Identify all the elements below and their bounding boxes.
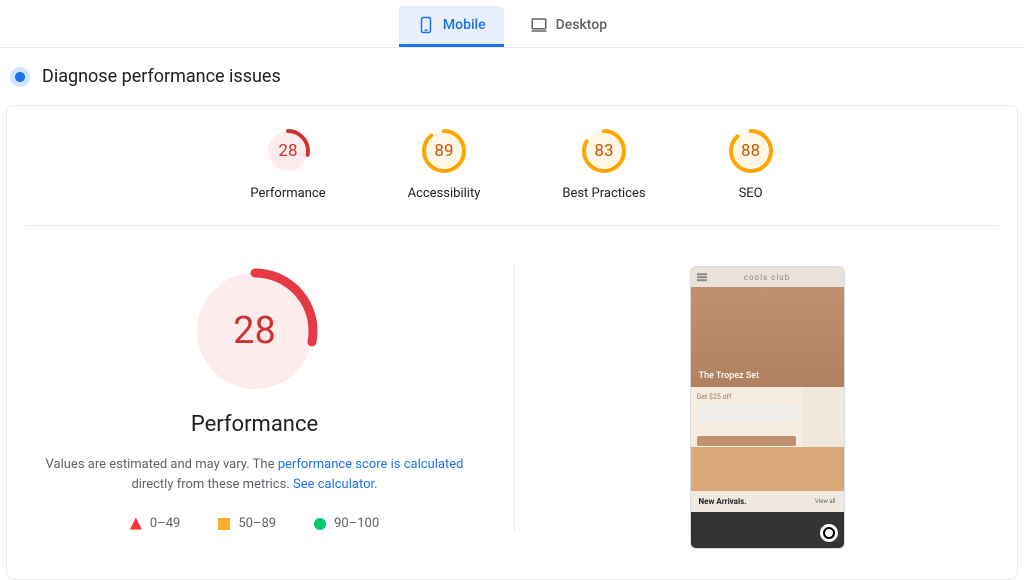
square-icon [218,518,230,530]
section-title: Diagnose performance issues [42,66,281,87]
report-card: 28 Performance 89 Accessibility 83 Best … [6,105,1018,580]
gauge-accessibility-label: Accessibility [408,186,481,201]
score-calc-link[interactable]: performance score is calculated [278,457,464,472]
big-label: Performance [25,412,484,437]
detail-area: 28 Performance Values are estimated and … [25,266,999,549]
mobile-icon [417,16,435,34]
tab-mobile[interactable]: Mobile [399,6,504,47]
legend: 0–49 50–89 90–100 [25,516,484,531]
see-calculator-link[interactable]: See calculator. [293,477,378,492]
gauge-best-practices-score: 83 [594,141,613,161]
gauge-best-practices[interactable]: 83 Best Practices [562,128,645,201]
section-header: Diagnose performance issues [0,48,1024,105]
legend-bad: 0–49 [130,516,180,531]
gauges-row: 28 Performance 89 Accessibility 83 Best … [25,128,999,226]
tab-desktop-label: Desktop [556,17,607,33]
performance-detail: 28 Performance Values are estimated and … [25,266,515,531]
desktop-icon [530,16,548,34]
preview-bottom [691,512,844,548]
preview-banner: Get $25 off [691,387,844,447]
gauge-seo-label: SEO [728,186,774,201]
gauge-performance[interactable]: 28 Performance [250,128,325,201]
gauge-accessibility[interactable]: 89 Accessibility [408,128,481,201]
preview-fab-icon [820,524,838,542]
gauge-performance-label: Performance [250,186,325,201]
triangle-icon [130,518,142,530]
gauge-seo[interactable]: 88 SEO [728,128,774,201]
tab-mobile-label: Mobile [443,17,486,33]
preview-header: cools club [691,267,844,287]
preview-section: New Arrivals.View all [691,491,844,512]
page-screenshot-preview: cools club The Tropez Set Get $25 off Ne… [690,266,845,549]
preview-mid [691,447,844,491]
gauge-seo-score: 88 [741,141,760,161]
device-tabs: Mobile Desktop [0,0,1024,48]
gauge-performance-score: 28 [278,141,297,161]
preview-hero: The Tropez Set [691,287,844,387]
legend-good: 90–100 [314,516,379,531]
description: Values are estimated and may vary. The p… [25,455,484,494]
legend-mid: 50–89 [218,516,276,531]
gauge-accessibility-score: 89 [434,141,453,161]
diagnose-icon [10,67,30,87]
circle-icon [314,518,326,530]
gauge-best-practices-label: Best Practices [562,186,645,201]
tab-desktop[interactable]: Desktop [512,6,625,47]
big-score: 28 [233,309,276,353]
